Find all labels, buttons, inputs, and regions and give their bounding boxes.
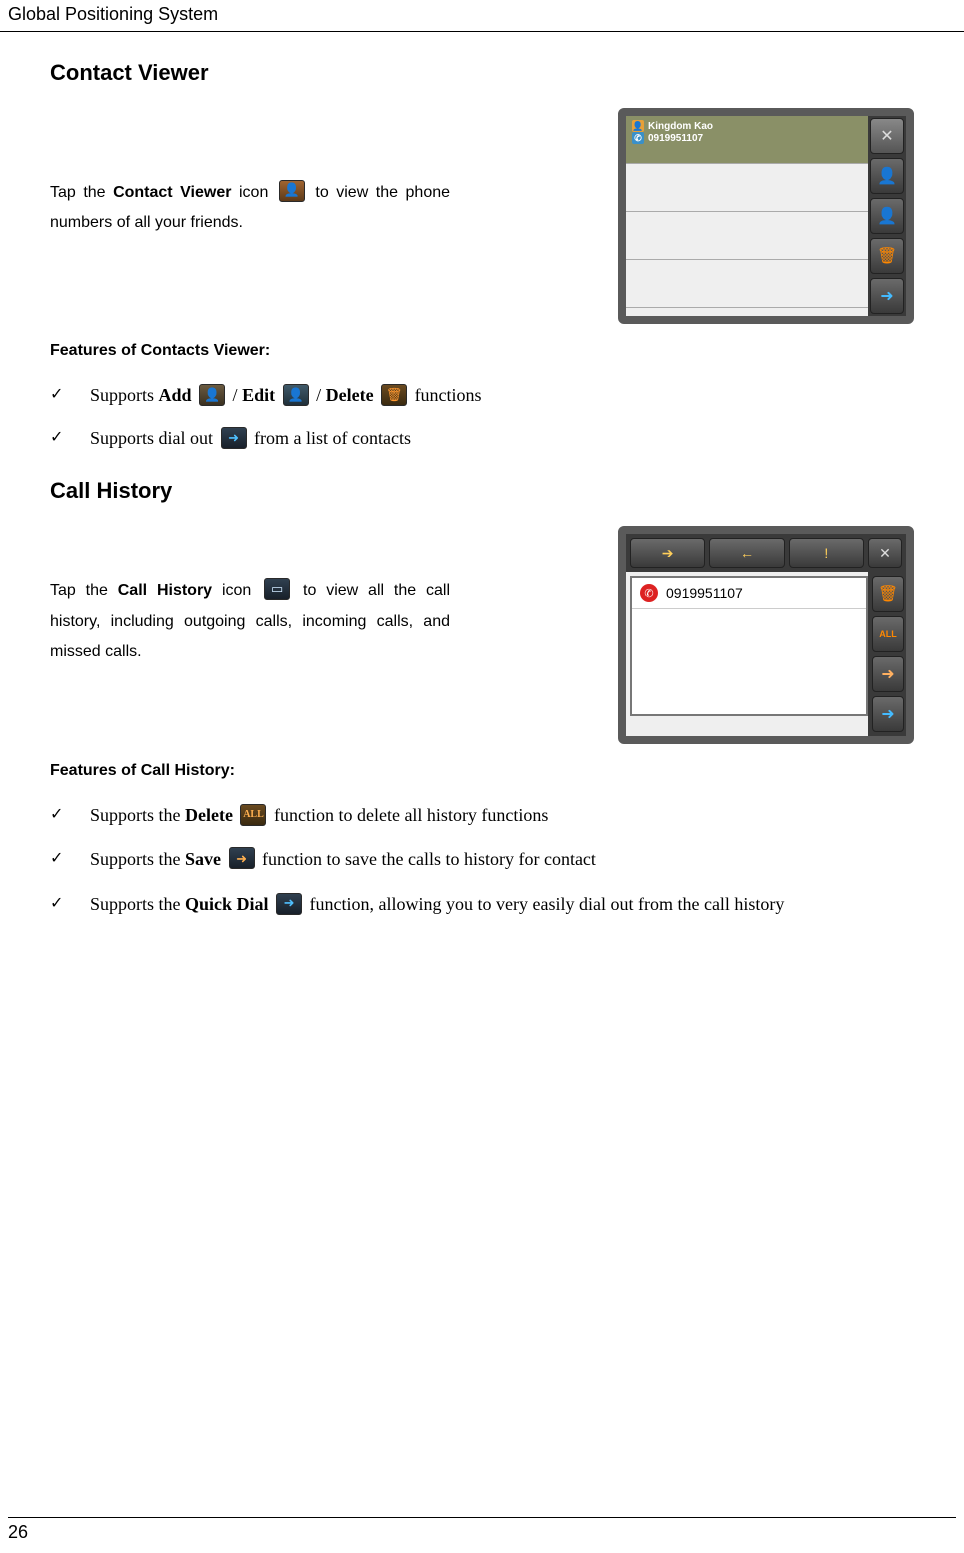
person-icon: 👤 <box>632 120 644 132</box>
save-icon: ➜ <box>229 847 255 869</box>
incoming-tab[interactable]: ← <box>709 538 784 568</box>
quick-dial-button[interactable]: ➜ <box>872 696 904 732</box>
outgoing-tab[interactable]: ➔ <box>630 538 705 568</box>
outgoing-icon: ➔ <box>662 545 674 562</box>
call-history-title: Call History <box>50 478 914 504</box>
contact-name: Kingdom Kao <box>648 121 713 132</box>
ch-para-mid: icon <box>222 582 261 599</box>
contact-row-selected[interactable]: 👤 Kingdom Kao ✆ 0919951107 <box>626 116 868 164</box>
dial-icon: ➜ <box>880 286 893 306</box>
add-contact-button[interactable]: 👤 <box>870 158 904 194</box>
delete-all-icon: ALL <box>879 629 897 639</box>
page-header: Global Positioning System <box>0 0 964 32</box>
phone-mini-icon: ✆ <box>632 132 644 144</box>
contacts-features-heading: Features of Contacts Viewer: <box>50 342 914 360</box>
ch-feature-2: Supports the Save ➜ function to save the… <box>50 838 914 881</box>
contact-viewer-title: Contact Viewer <box>50 60 914 86</box>
ch-feature-3: Supports the Quick Dial ➜ function, allo… <box>50 887 914 921</box>
contact-viewer-icon: 👤 <box>279 180 305 202</box>
delete-entry-icon: 🗑 <box>878 584 898 604</box>
contact-viewer-paragraph: Tap the Contact Viewer icon 👤 to view th… <box>50 108 450 239</box>
delete-contact-icon: 🗑 <box>877 246 897 266</box>
dial-button[interactable]: ➜ <box>870 278 904 314</box>
callhist-feature-list: Supports the Delete ALL function to dele… <box>50 794 914 921</box>
cv-feature-2: Supports dial out ➜ from a list of conta… <box>50 417 914 460</box>
ch-para-bold: Call History <box>118 582 212 599</box>
contact-row-empty[interactable] <box>626 164 868 212</box>
incoming-icon: ← <box>740 545 754 561</box>
page-number: 26 <box>8 1522 28 1542</box>
close-icon: ✕ <box>880 126 893 146</box>
close-icon: ✕ <box>879 545 891 562</box>
cv-feature-1: Supports Add 👤 / Edit 👤 / Delete 🗑 funct… <box>50 374 914 417</box>
missed-call-icon: ✆ <box>640 584 658 602</box>
delete-all-icon: ALL <box>240 804 266 826</box>
missed-tab[interactable]: ! <box>789 538 864 568</box>
delete-contact-button[interactable]: 🗑 <box>870 238 904 274</box>
contact-number: 0919951107 <box>648 133 703 144</box>
save-to-contact-icon: ➜ <box>881 664 894 684</box>
contact-row-empty[interactable] <box>626 212 868 260</box>
callhist-features-heading: Features of Call History: <box>50 762 914 780</box>
contact-viewer-screenshot: 👤 Kingdom Kao ✆ 0919951107 <box>618 108 914 324</box>
ch-feature-1: Supports the Delete ALL function to dele… <box>50 794 914 837</box>
page-footer: 26 <box>8 1517 956 1543</box>
missed-icon: ! <box>824 545 828 561</box>
edit-icon: 👤 <box>283 384 309 406</box>
contact-row-empty[interactable] <box>626 260 868 308</box>
cv-para-mid: icon <box>239 184 276 201</box>
call-list[interactable]: ✆ 0919951107 <box>630 576 868 716</box>
edit-contact-icon: 👤 <box>877 206 897 226</box>
add-icon: 👤 <box>199 384 225 406</box>
close-button[interactable]: ✕ <box>870 118 904 154</box>
quick-dial-icon: ➜ <box>881 704 894 724</box>
quick-dial-inline-icon: ➜ <box>276 893 302 915</box>
contacts-feature-list: Supports Add 👤 / Edit 👤 / Delete 🗑 funct… <box>50 374 914 460</box>
add-contact-icon: 👤 <box>877 166 897 186</box>
close-button[interactable]: ✕ <box>868 538 902 568</box>
header-text: Global Positioning System <box>8 4 218 24</box>
call-history-paragraph: Tap the Call History icon ▭ to view all … <box>50 526 450 667</box>
delete-all-button[interactable]: ALL <box>872 616 904 652</box>
cv-para-pre: Tap the <box>50 184 113 201</box>
ch-para-pre: Tap the <box>50 582 118 599</box>
cv-para-bold: Contact Viewer <box>113 184 231 201</box>
delete-entry-button[interactable]: 🗑 <box>872 576 904 612</box>
edit-contact-button[interactable]: 👤 <box>870 198 904 234</box>
call-number: 0919951107 <box>666 585 743 601</box>
save-to-contact-button[interactable]: ➜ <box>872 656 904 692</box>
delete-icon: 🗑 <box>381 384 407 406</box>
call-history-icon: ▭ <box>264 578 290 600</box>
call-history-screenshot: ➔ ← ! ✕ ✆ 0919951107 🗑 ALL ➜ <box>618 526 914 744</box>
call-list-row[interactable]: ✆ 0919951107 <box>632 578 866 609</box>
dial-out-icon: ➜ <box>221 427 247 449</box>
